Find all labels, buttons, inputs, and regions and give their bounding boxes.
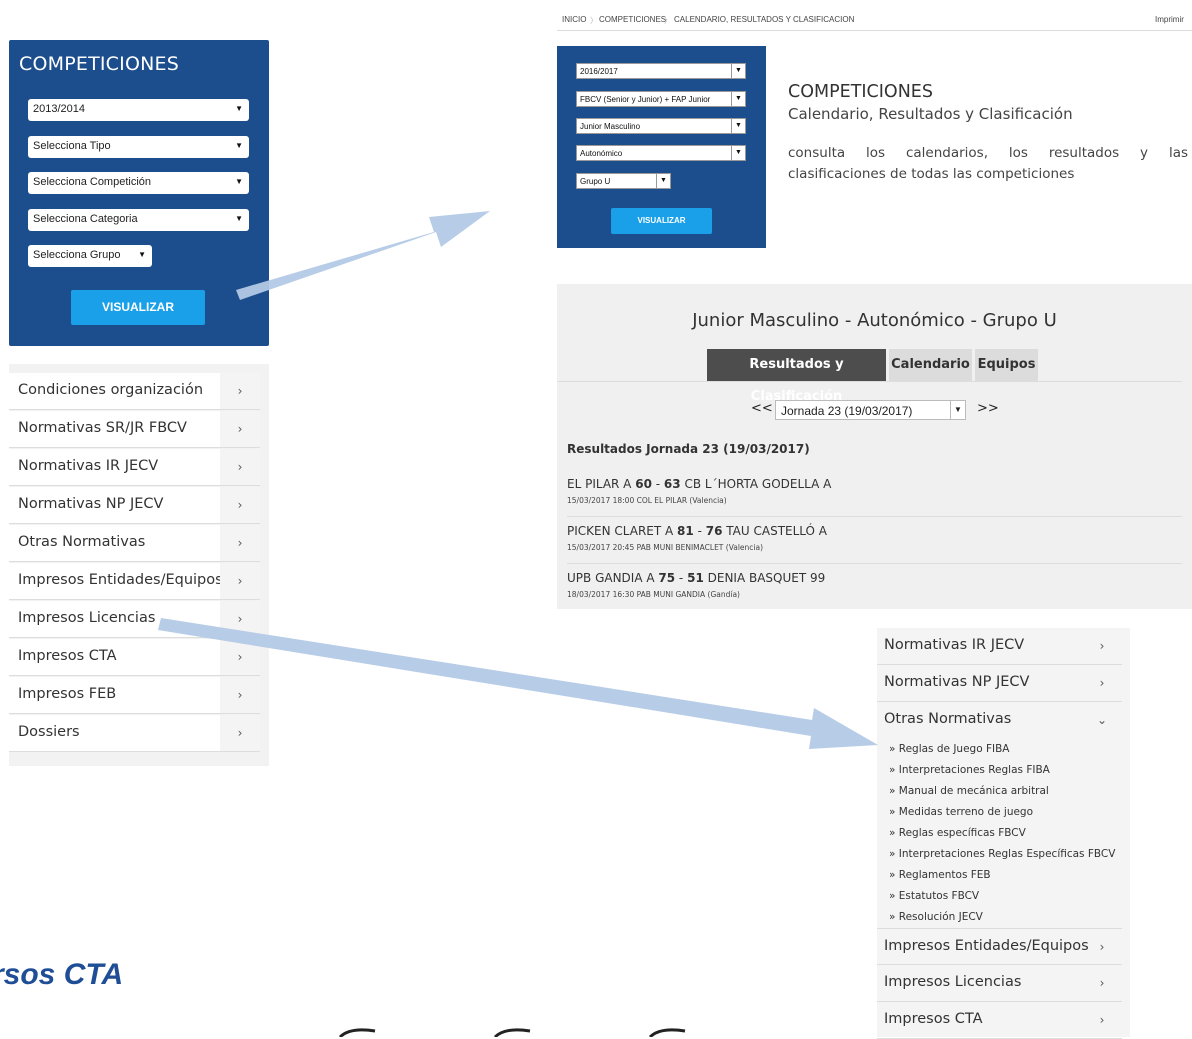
decorative-curls xyxy=(338,1028,686,1037)
menu-item-otras-normativas[interactable]: Otras Normativas ⌄ xyxy=(877,702,1122,739)
submenu-link[interactable]: » Estatutos FBCV xyxy=(889,890,979,902)
submenu-link[interactable]: » Medidas terreno de juego xyxy=(889,806,1033,818)
results-section: Junior Masculino - Autonómico - Grupo U … xyxy=(557,284,1192,609)
dropdown-arrow-icon: ▼ xyxy=(731,119,745,133)
submenu-link[interactable]: » Manual de mecánica arbitral xyxy=(889,785,1049,797)
next-jornada-button[interactable]: >> xyxy=(977,401,999,416)
level-select[interactable]: Autonómico ▼ xyxy=(576,145,746,161)
chevron-right-icon: › xyxy=(220,487,260,523)
results-round-title: Resultados Jornada 23 (19/03/2017) xyxy=(567,442,810,456)
page-subtitle: Calendario, Resultados y Clasificación xyxy=(788,105,1073,123)
dropdown-arrow-icon: ▼ xyxy=(656,174,670,188)
dropdown-arrow-icon: ▼ xyxy=(731,92,745,106)
menu-item-otras-normativas[interactable]: Otras Normativas › xyxy=(9,525,260,562)
match-row: PICKEN CLARET A 81 - 76 TAU CASTELLÓ A 1… xyxy=(567,517,1182,564)
submenu-link[interactable]: » Interpretaciones Reglas Específicas FB… xyxy=(889,848,1115,860)
menu-item-normativas-np[interactable]: Normativas NP JECV › xyxy=(877,665,1122,702)
submenu-link[interactable]: » Resolución JECV xyxy=(889,911,983,923)
chevron-down-icon: ⌄ xyxy=(1096,713,1108,727)
chevron-right-icon: › xyxy=(220,601,260,637)
dropdown-arrow-icon: ▼ xyxy=(950,401,965,419)
breadcrumb-competiciones[interactable]: COMPETICIONES xyxy=(599,15,666,24)
chevron-right-icon: › xyxy=(220,373,260,409)
breadcrumb-current: CALENDARIO, RESULTADOS Y CLASIFICACION xyxy=(674,15,855,24)
submenu-link[interactable]: » Reglas específicas FBCV xyxy=(889,827,1026,839)
panel-title: COMPETICIONES xyxy=(19,53,179,75)
caret-down-icon: ▼ xyxy=(138,250,146,259)
season-select[interactable]: 2016/2017 ▼ xyxy=(576,63,746,79)
competition-select[interactable]: Selecciona Competición ▼ xyxy=(28,172,249,194)
caret-down-icon: ▼ xyxy=(235,177,243,186)
tab-equipos[interactable]: Equipos xyxy=(975,349,1038,381)
menu-item-impresos-entidades[interactable]: Impresos Entidades/Equipos › xyxy=(877,928,1122,965)
menu-item-dossiers[interactable]: Dossiers › xyxy=(9,715,260,752)
caret-down-icon: ▼ xyxy=(235,141,243,150)
chevron-right-icon: › xyxy=(1099,676,1105,690)
jornada-select[interactable]: Jornada 23 (19/03/2017) ▼ xyxy=(775,400,966,420)
group-select[interactable]: Grupo U ▼ xyxy=(576,173,671,189)
prev-jornada-button[interactable]: << xyxy=(751,401,773,416)
breadcrumb-inicio[interactable]: INICIO xyxy=(562,15,586,24)
submenu-link[interactable]: » Reglamentos FEB xyxy=(889,869,991,881)
chevron-right-icon: › xyxy=(220,677,260,713)
menu-item-impresos-licencias[interactable]: Impresos Licencias › xyxy=(9,601,260,638)
menu-item-normativas-ir[interactable]: Normativas IR JECV › xyxy=(877,628,1122,665)
arrow-to-new-panel xyxy=(236,211,490,300)
chevron-right-icon: › xyxy=(220,449,260,485)
left-side-menu: Condiciones organización › Normativas SR/… xyxy=(9,364,269,766)
results-heading: Junior Masculino - Autonómico - Grupo U xyxy=(692,310,1057,331)
tab-calendario[interactable]: Calendario xyxy=(889,349,972,381)
section-heading-fragment: rsos CTA xyxy=(0,958,124,991)
menu-item-impresos-licencias[interactable]: Impresos Licencias › xyxy=(877,965,1122,1002)
type-select[interactable]: Selecciona Tipo ▼ xyxy=(28,136,249,158)
menu-item-impresos-cta[interactable]: Impresos CTA › xyxy=(9,639,260,676)
submenu-link[interactable]: » Reglas de Juego FIBA xyxy=(889,743,1010,755)
chevron-right-icon: › xyxy=(1099,940,1105,954)
type-select[interactable]: FBCV (Senior y Junior) + FAP Junior ▼ xyxy=(576,91,746,107)
chevron-right-icon: › xyxy=(220,525,260,561)
print-link[interactable]: Imprimir xyxy=(1155,15,1184,24)
menu-item-normativas-ir[interactable]: Normativas IR JECV › xyxy=(9,449,260,486)
competition-filter-panel: COMPETICIONES 2013/2014 ▼ Selecciona Tipo… xyxy=(9,40,269,346)
breadcrumb-separator-icon: 〉 xyxy=(590,16,598,25)
competition-filter-panel-new: 2016/2017 ▼ FBCV (Senior y Junior) + FAP … xyxy=(557,46,766,248)
visualizar-button[interactable]: VISUALIZAR xyxy=(71,290,205,325)
submenu-link[interactable]: » Interpretaciones Reglas FIBA xyxy=(889,764,1050,776)
match-row: EL PILAR A 60 - 63 CB L´HORTA GODELLA A … xyxy=(567,470,1182,517)
menu-item-impresos-cta[interactable]: Impresos CTA › xyxy=(877,1002,1122,1039)
tabs-divider xyxy=(557,381,1182,382)
caret-down-icon: ▼ xyxy=(235,104,243,113)
menu-item-normativas-sr-jr[interactable]: Normativas SR/JR FBCV › xyxy=(9,411,260,448)
menu-item-condiciones[interactable]: Condiciones organización › xyxy=(9,373,260,410)
chevron-right-icon: › xyxy=(1099,976,1105,990)
chevron-right-icon: › xyxy=(220,563,260,599)
group-select[interactable]: Selecciona Grupo ▼ xyxy=(28,245,152,267)
match-row: UPB GANDIA A 75 - 51 DENIA BASQUET 99 18… xyxy=(567,571,826,599)
page-title: COMPETICIONES xyxy=(788,82,933,102)
menu-item-impresos-feb[interactable]: Impresos FEB › xyxy=(9,677,260,714)
breadcrumb: INICIO 〉 COMPETICIONES 〉 CALENDARIO, RES… xyxy=(557,8,1192,31)
dropdown-arrow-icon: ▼ xyxy=(731,64,745,78)
expanded-side-menu: Normativas IR JECV › Normativas NP JECV › … xyxy=(877,628,1130,1039)
category-select[interactable]: Junior Masculino ▼ xyxy=(576,118,746,134)
category-select[interactable]: Selecciona Categoria ▼ xyxy=(28,209,249,231)
chevron-right-icon: › xyxy=(220,411,260,447)
tab-resultados[interactable]: Resultados y Clasificación xyxy=(707,349,886,404)
visualizar-button[interactable]: VISUALIZAR xyxy=(611,208,712,234)
chevron-right-icon: › xyxy=(1099,1013,1105,1027)
chevron-right-icon: › xyxy=(220,639,260,675)
season-select[interactable]: 2013/2014 ▼ xyxy=(28,99,249,121)
caret-down-icon: ▼ xyxy=(235,214,243,223)
chevron-right-icon: › xyxy=(1099,639,1105,653)
breadcrumb-separator-icon: 〉 xyxy=(664,16,672,25)
menu-item-impresos-entidades[interactable]: Impresos Entidades/Equipos › xyxy=(9,563,260,600)
page-description: consulta los calendarios, los resultados… xyxy=(788,145,1188,182)
chevron-right-icon: › xyxy=(220,715,260,751)
dropdown-arrow-icon: ▼ xyxy=(731,146,745,160)
menu-item-normativas-np[interactable]: Normativas NP JECV › xyxy=(9,487,260,524)
